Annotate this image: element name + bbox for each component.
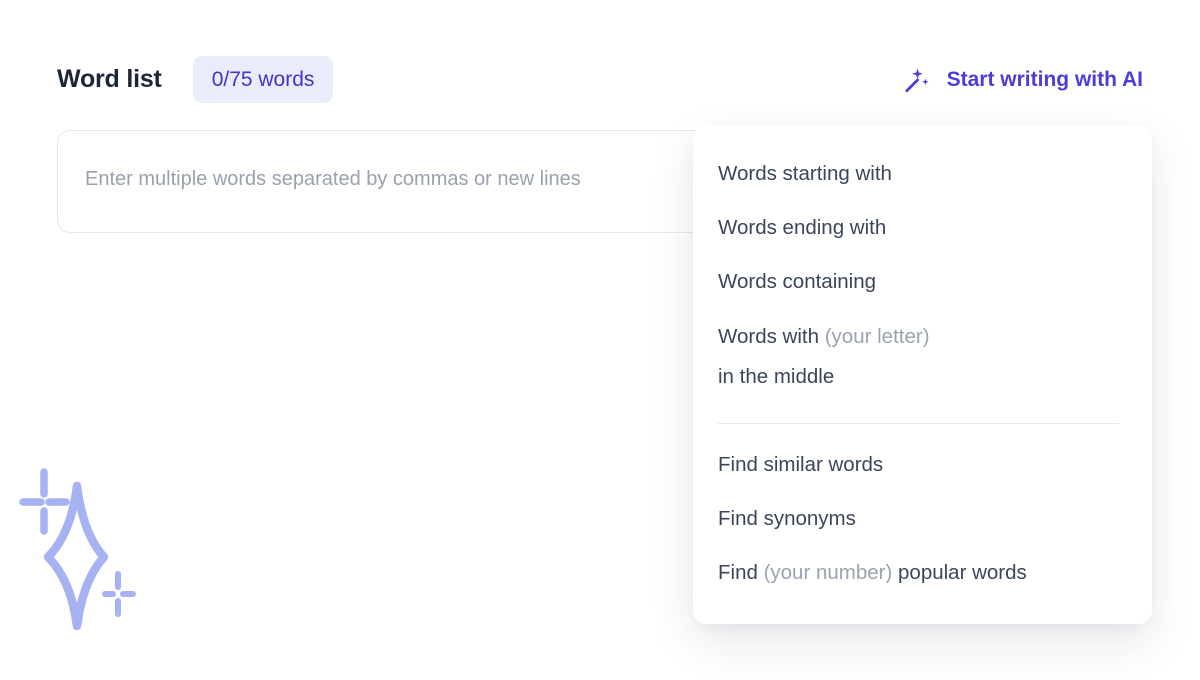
- menu-item-text: Find: [718, 561, 764, 584]
- header: Word list 0/75 words Start writing with …: [57, 56, 1143, 103]
- magic-wand-sparkles-icon: [902, 65, 932, 95]
- menu-item-find-popular-words[interactable]: Find (your number) popular words: [718, 546, 1127, 600]
- word-count-badge: 0/75 words: [193, 56, 334, 103]
- ai-button-label: Start writing with AI: [947, 68, 1143, 92]
- word-list-page: Word list 0/75 words Start writing with …: [0, 0, 1200, 680]
- menu-item-find-similar-words[interactable]: Find similar words: [718, 438, 1127, 492]
- menu-item-words-containing[interactable]: Words containing: [718, 255, 1127, 309]
- menu-item-text: popular words: [892, 561, 1026, 584]
- menu-item-text: in the middle: [718, 357, 1127, 397]
- menu-item-words-starting-with[interactable]: Words starting with: [718, 147, 1127, 201]
- start-writing-ai-button[interactable]: Start writing with AI: [902, 65, 1143, 95]
- page-title: Word list: [57, 65, 162, 94]
- menu-item-text: Words with: [718, 325, 825, 348]
- ai-options-dropdown: Words starting with Words ending with Wo…: [693, 125, 1152, 624]
- menu-item-find-synonyms[interactable]: Find synonyms: [718, 492, 1127, 546]
- menu-item-hint: (your number): [764, 561, 893, 584]
- menu-item-hint: (your letter): [825, 325, 930, 348]
- menu-item-words-ending-with[interactable]: Words ending with: [718, 201, 1127, 255]
- menu-divider: [718, 423, 1119, 424]
- header-left: Word list 0/75 words: [57, 56, 333, 103]
- menu-item-words-with-letter-in-middle[interactable]: Words with (your letter) in the middle: [718, 309, 1127, 405]
- sparkle-diamond-decoration-icon: [15, 458, 140, 641]
